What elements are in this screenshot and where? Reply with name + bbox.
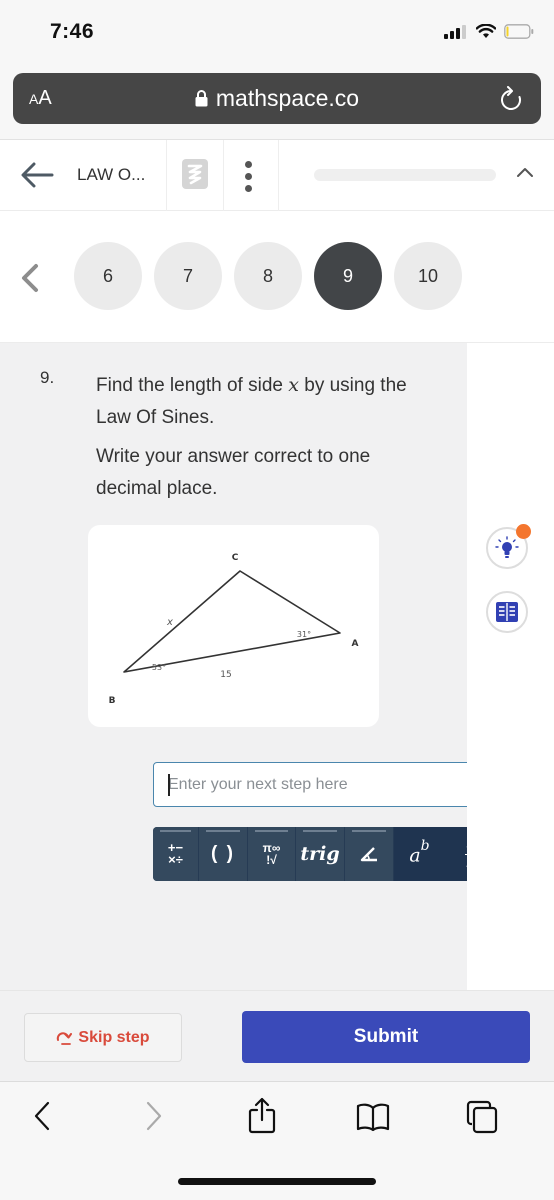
- question-8[interactable]: 8: [234, 242, 302, 310]
- question-navigation: 6 7 8 9 10: [0, 211, 554, 343]
- angle-b-label: 53°: [152, 663, 166, 672]
- reload-icon[interactable]: [499, 86, 523, 112]
- keypad-angle[interactable]: [345, 827, 394, 881]
- vertex-b-label: B: [109, 696, 116, 706]
- skip-step-icon: [57, 1031, 73, 1045]
- lightbulb-icon: [495, 536, 519, 558]
- question-list: 6 7 8 9 10: [74, 242, 462, 310]
- hint-button[interactable]: [486, 524, 531, 569]
- arrow-left-icon[interactable]: [20, 162, 54, 188]
- text-cursor: [168, 774, 170, 796]
- lesson-title[interactable]: LAW O...: [77, 165, 145, 185]
- skip-step-button[interactable]: Skip step: [24, 1013, 182, 1062]
- hint-notification-dot: [516, 524, 531, 539]
- back-icon[interactable]: [33, 1100, 51, 1132]
- browser-toolbar: [0, 1082, 554, 1200]
- lock-icon: [195, 90, 208, 107]
- url-display[interactable]: mathspace.co: [13, 85, 541, 112]
- home-indicator[interactable]: [178, 1178, 376, 1185]
- answer-input[interactable]: [153, 762, 471, 807]
- question-prompt: Find the length of side x by using the L…: [96, 374, 407, 428]
- question-10[interactable]: 10: [394, 242, 462, 310]
- triangle-shape: [123, 570, 341, 673]
- question-9[interactable]: 9: [314, 242, 382, 310]
- vertex-c-label: C: [232, 553, 239, 563]
- angle-icon: [360, 847, 377, 862]
- math-keypad: +−×÷ ( ) π∞!√ trig ab ab: [153, 827, 496, 881]
- question-7[interactable]: 7: [154, 242, 222, 310]
- worked-examples-book-icon: [496, 602, 518, 622]
- chevron-left-icon[interactable]: [20, 263, 40, 293]
- worked-examples-button[interactable]: [486, 591, 528, 633]
- forward-icon[interactable]: [145, 1100, 163, 1132]
- skip-step-label: Skip step: [78, 1028, 150, 1046]
- battery-icon: [504, 24, 534, 39]
- bookmarks-icon[interactable]: [356, 1102, 390, 1132]
- triangle-figure: C A B x 15 53° 31°: [88, 525, 379, 727]
- status-icons: [444, 24, 534, 39]
- signal-icon: [444, 24, 466, 39]
- keypad-brackets[interactable]: ( ): [199, 827, 248, 881]
- header-divider: [278, 140, 279, 211]
- question-text: Find the length of side x by using the L…: [96, 369, 436, 505]
- header-divider: [166, 140, 167, 211]
- side-x-label: x: [166, 617, 173, 628]
- wifi-icon: [476, 24, 496, 38]
- question-instruction: Write your answer correct to one decimal…: [96, 446, 371, 499]
- side-15-label: 15: [220, 670, 231, 680]
- browser-address-bar[interactable]: AA mathspace.co: [13, 73, 541, 124]
- kebab-menu-icon[interactable]: [245, 161, 252, 192]
- lesson-progress-bar: [314, 169, 496, 181]
- keypad-operators[interactable]: +− ×÷: [153, 827, 199, 881]
- share-icon[interactable]: [248, 1096, 276, 1134]
- url-text: mathspace.co: [215, 85, 360, 111]
- header-divider: [223, 140, 224, 211]
- keypad-power[interactable]: ab: [394, 827, 445, 881]
- submit-button[interactable]: Submit: [242, 1011, 530, 1063]
- tabs-icon[interactable]: [466, 1100, 498, 1134]
- question-6[interactable]: 6: [74, 242, 142, 310]
- mathspace-logo-icon[interactable]: [182, 159, 208, 189]
- math-variable: x: [288, 374, 299, 396]
- screen: 7:46 AA mathspace.co LAW O... 6 7 8 9 10…: [0, 0, 554, 1200]
- angle-a-label: 31°: [297, 630, 311, 639]
- side-tools: [467, 343, 554, 990]
- question-number: 9.: [40, 368, 55, 387]
- status-time: 7:46: [50, 20, 95, 43]
- chevron-up-icon[interactable]: [516, 166, 534, 178]
- keypad-symbols[interactable]: π∞ !√: [248, 827, 296, 881]
- keypad-trig[interactable]: trig: [296, 827, 345, 881]
- vertex-a-label: A: [352, 639, 359, 649]
- action-bar: Skip step Submit: [0, 990, 554, 1082]
- question-panel: 9. Find the length of side x by using th…: [0, 343, 496, 990]
- app-header: LAW O...: [0, 139, 554, 211]
